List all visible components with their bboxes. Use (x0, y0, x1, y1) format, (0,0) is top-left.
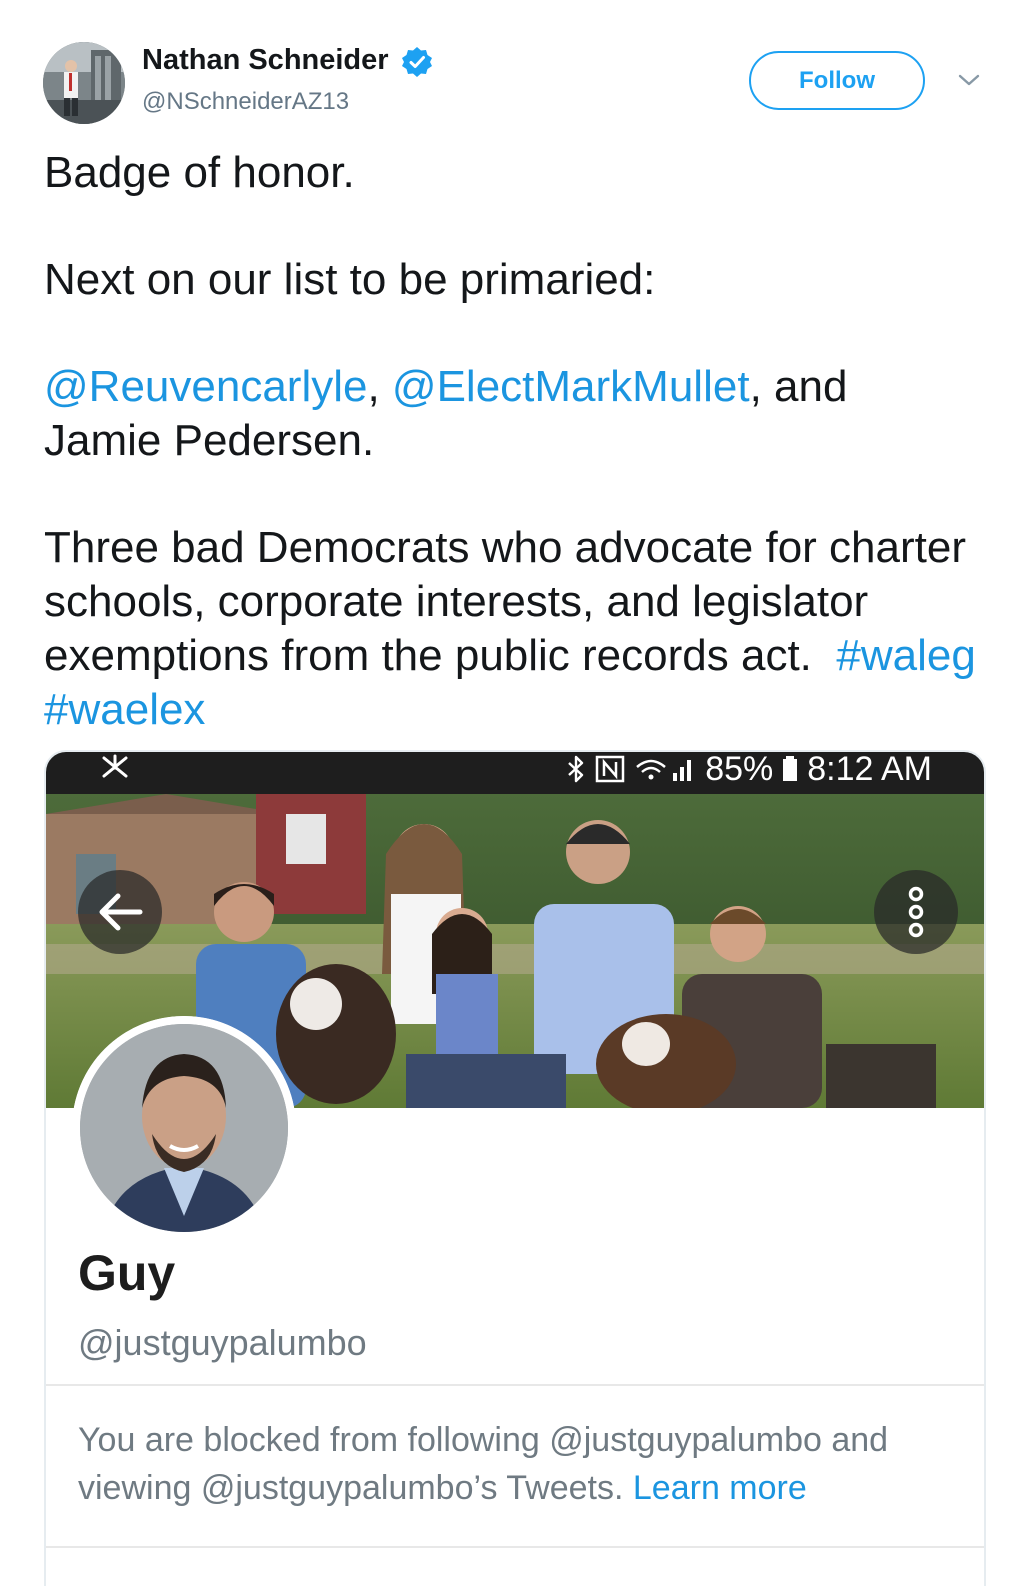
separator-text: , (367, 362, 392, 411)
battery-icon (783, 756, 798, 781)
tweet-text: Badge of honor. Next on our list to be p… (44, 146, 1004, 737)
mention-link[interactable]: @ElectMarkMullet (392, 362, 750, 411)
hashtag-link[interactable]: #waelex (44, 685, 205, 734)
phone-status-bar: 85% 8:12 AM (46, 752, 984, 794)
profile-avatar-photo (72, 1016, 296, 1240)
bluetooth-icon (568, 755, 584, 783)
tweet-line-4: Three bad Democrats who advocate for cha… (44, 521, 1004, 737)
tweet-page: Nathan Schneider @NSchneiderAZ13 Follow … (0, 0, 1026, 1586)
battery-level: 85% (705, 750, 774, 788)
hashtag-link[interactable]: #waleg (836, 631, 975, 680)
follow-button[interactable]: Follow (749, 51, 925, 110)
author-handle[interactable]: @NSchneiderAZ13 (142, 88, 349, 116)
tweet-line-4-text: Three bad Democrats who advocate for cha… (44, 523, 967, 680)
tweet-line-1: Badge of honor. (44, 148, 355, 197)
notification-icon (102, 754, 128, 778)
author-avatar[interactable] (43, 42, 125, 124)
learn-more-link[interactable]: Learn more (633, 1469, 807, 1507)
arrow-left-icon (99, 893, 143, 931)
profile-handle: @justguypalumbo (78, 1322, 367, 1363)
author-name[interactable]: Nathan Schneider (142, 44, 389, 77)
tweet-line-3-tail: Jamie Pedersen. (44, 416, 375, 465)
profile-name: Guy (78, 1245, 176, 1301)
mention-link[interactable]: @Reuvencarlyle (44, 362, 367, 411)
tweet-line-3: @Reuvencarlyle, @ElectMarkMullet, and Jam… (44, 360, 1004, 468)
more-options-button[interactable] (874, 870, 958, 954)
more-vertical-icon (908, 886, 924, 938)
wifi-signal-icon (636, 759, 692, 781)
status-time: 8:12 AM (807, 750, 932, 788)
embedded-screenshot[interactable]: 85% 8:12 AM Guy @justguypalumbo You are … (44, 750, 986, 1586)
avatar-photo (43, 42, 125, 124)
chevron-down-icon[interactable] (956, 70, 982, 90)
verified-badge-icon (402, 47, 432, 77)
status-right: 85% 8:12 AM (565, 752, 932, 786)
blocked-message: You are blocked from following @justguyp… (78, 1416, 968, 1512)
divider (46, 1384, 984, 1386)
tweet-line-2: Next on our list to be primaried: (44, 255, 656, 304)
back-button[interactable] (78, 870, 162, 954)
divider (46, 1546, 984, 1548)
nfc-icon (595, 755, 625, 783)
separator-text: , and (749, 362, 848, 411)
profile-avatar[interactable] (72, 1016, 296, 1240)
